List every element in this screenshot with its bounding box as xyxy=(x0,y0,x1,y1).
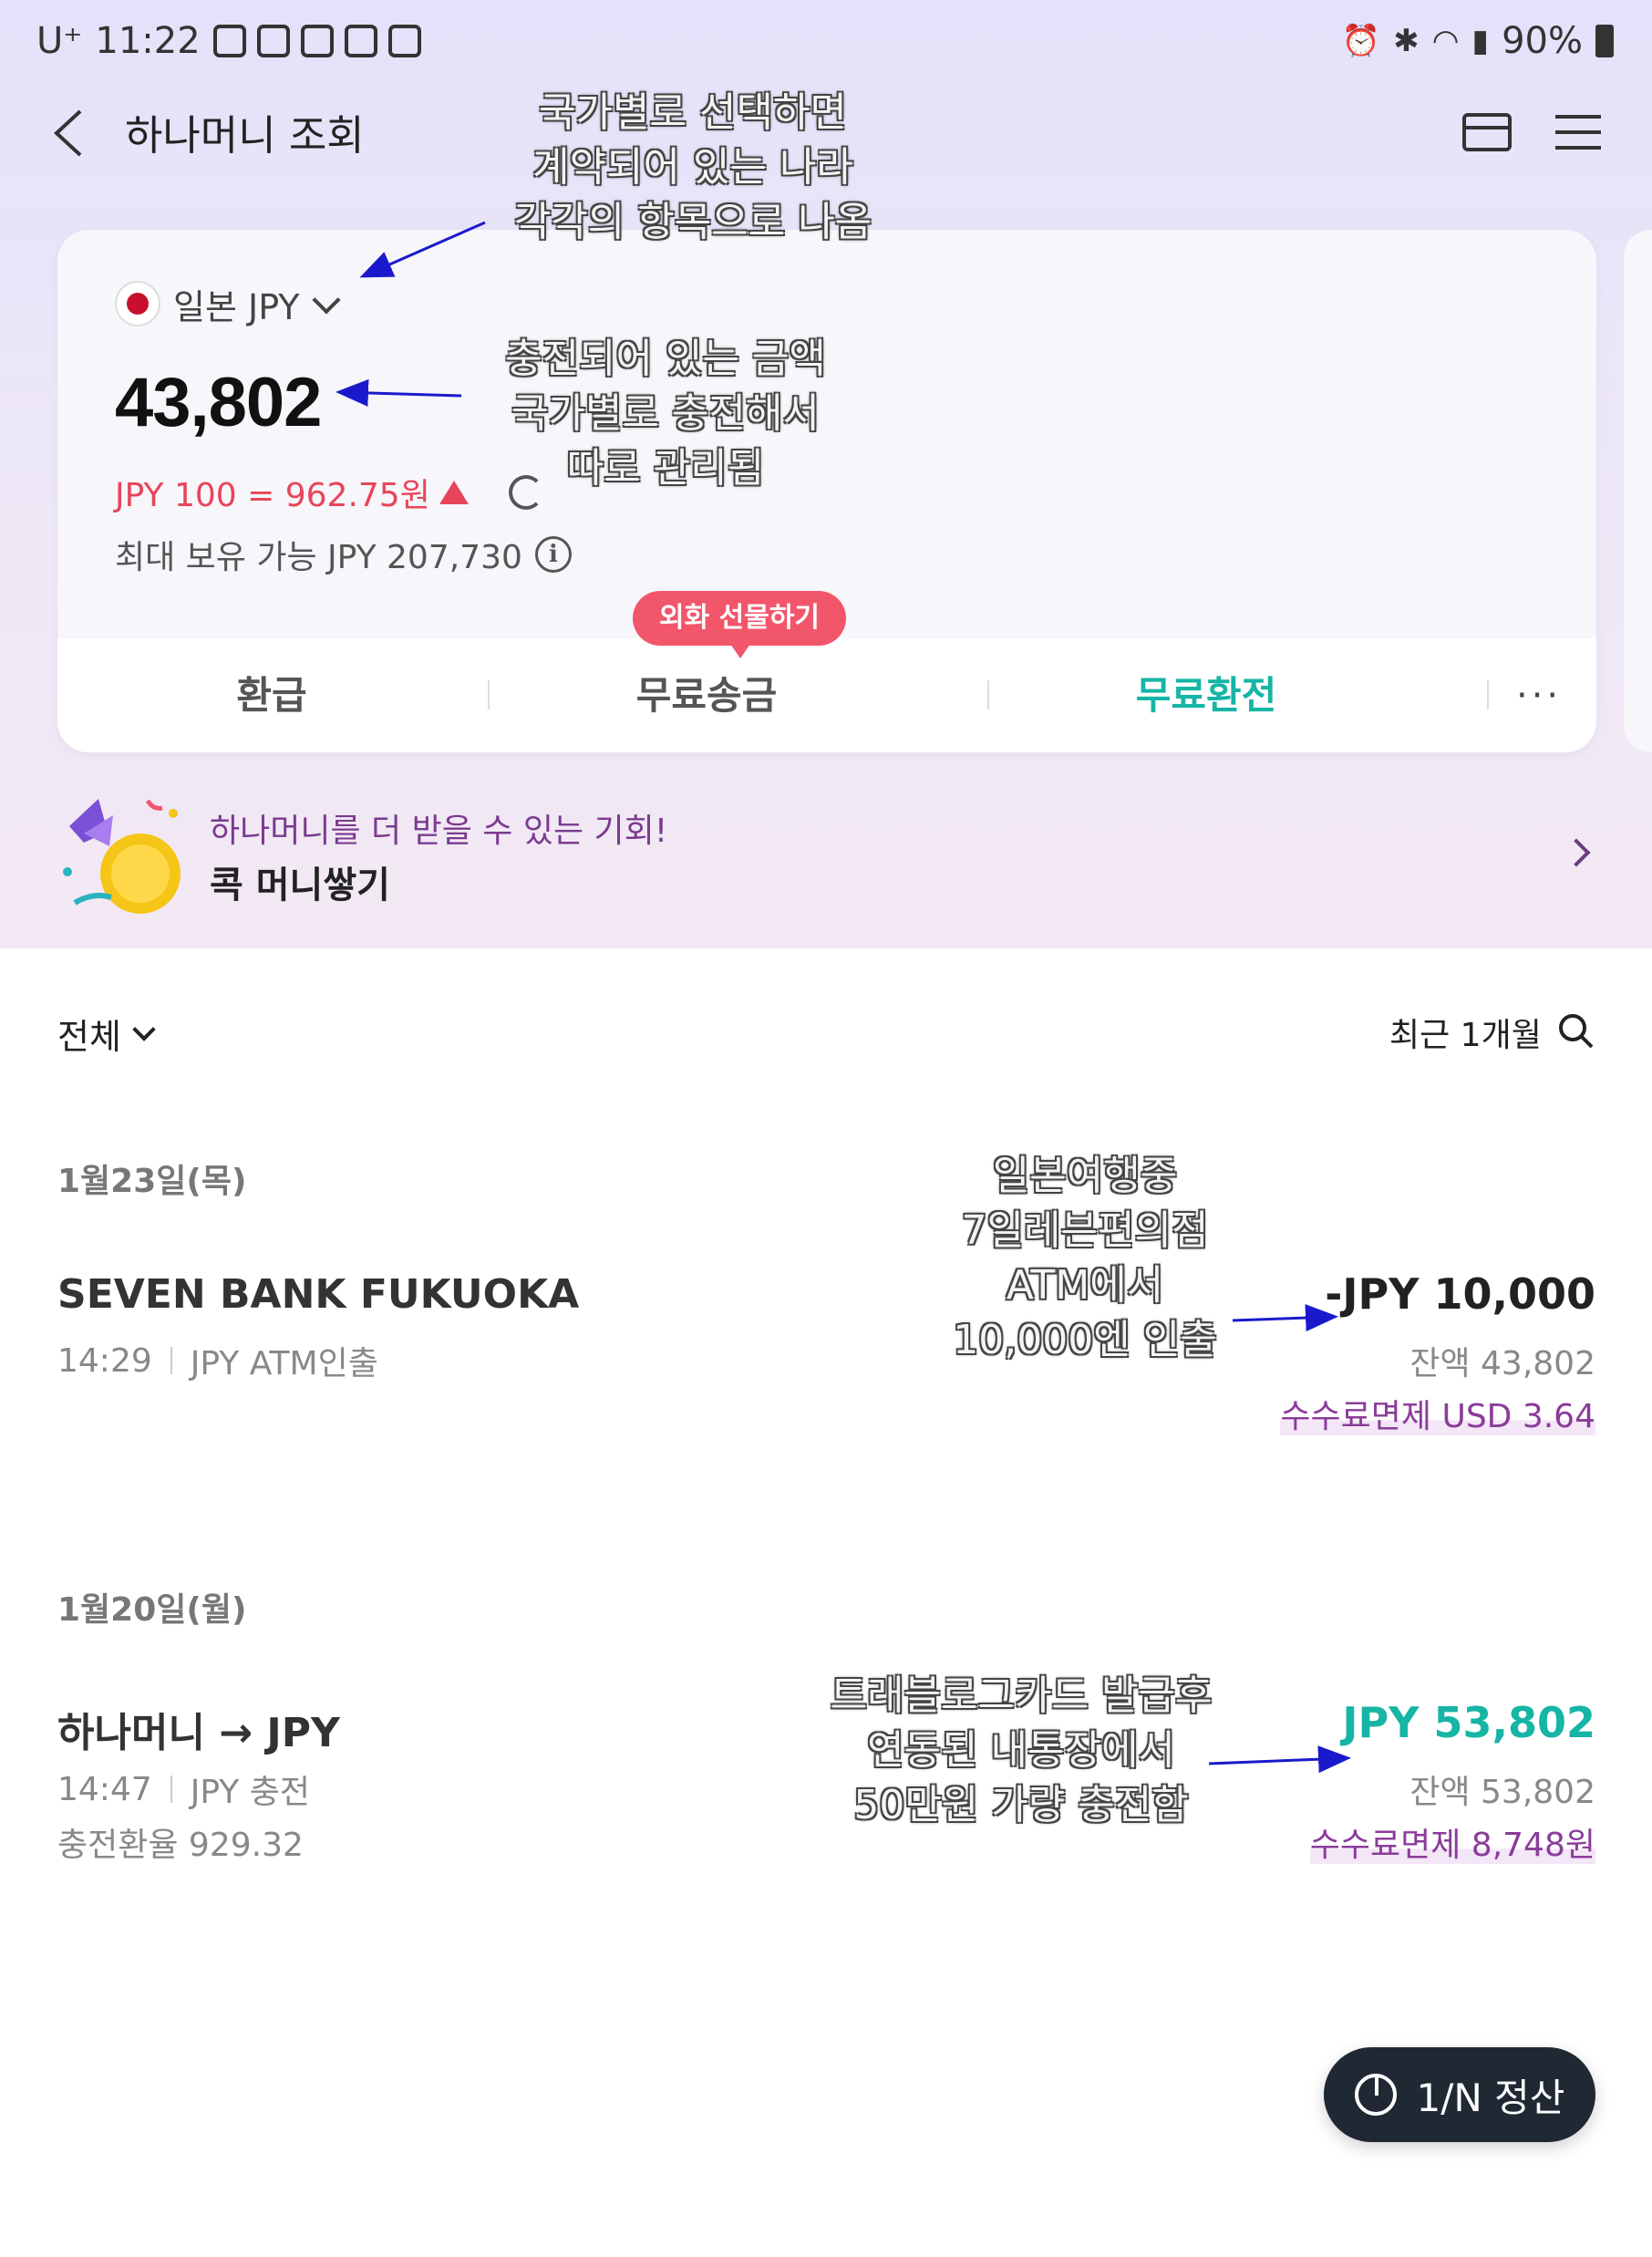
max-hold-text: 최대 보유 가능 JPY 207,730 xyxy=(115,539,522,576)
transaction-meta: 14:47 JPY 충전 xyxy=(57,1765,310,1813)
currency-label: 일본 JPY xyxy=(173,287,300,327)
balance-amount: 43,802 xyxy=(115,364,322,441)
carrier-label: U⁺ xyxy=(36,20,83,62)
filter-label: 전체 xyxy=(57,1017,121,1057)
coin-celebration-icon xyxy=(63,799,181,914)
transaction-time: 14:47 xyxy=(57,1770,152,1808)
home-app-icon xyxy=(344,25,377,57)
battery-percent: 90% xyxy=(1502,20,1583,62)
gallery-icon xyxy=(256,25,290,57)
fee-text: 수수료면제 USD 3.64 xyxy=(1280,1398,1595,1435)
transaction-fee: 수수료면제 USD 3.64 xyxy=(1280,1390,1595,1437)
max-hold: 최대 보유 가능 JPY 207,730 i xyxy=(115,531,572,578)
transaction-kind: JPY 충전 xyxy=(190,1774,310,1811)
transaction-balance: 잔액 53,802 xyxy=(1409,1774,1595,1811)
promo-subtitle[interactable]: 하나머니를 더 받을 수 있는 기회! xyxy=(210,804,667,852)
more-options-icon[interactable]: ··· xyxy=(1516,678,1562,714)
chevron-down-icon xyxy=(132,1017,156,1041)
annotation-atm: 일본여행중 7일레븐편의점 ATM에서 10,000엔 인출 xyxy=(953,1153,1217,1363)
status-bar: U⁺ 11:22 ⏰ ✱ ◠ ▮ 90% xyxy=(0,0,1652,91)
annotation-charge: 트래블로그카드 발급후 연동된 내통장에서 50만원 가량 충전함 xyxy=(830,1672,1213,1828)
annotation-balance: 충전되어 있는 금액 국가별로 충전해서 따로 관리됨 xyxy=(505,336,826,492)
info-icon[interactable]: i xyxy=(534,536,572,573)
next-card-peek[interactable] xyxy=(1624,230,1652,752)
promo-title[interactable]: 콕 머니쌓기 xyxy=(210,855,390,908)
divider xyxy=(170,1347,172,1374)
battery-icon xyxy=(1595,25,1614,57)
transaction-fee: 수수료면제 8,748원 xyxy=(1309,1818,1595,1866)
alarm-icon: ⏰ xyxy=(1341,23,1381,59)
split-bill-button[interactable]: 1/N 정산 xyxy=(1324,2047,1595,2142)
search-icon[interactable] xyxy=(1557,1012,1594,1049)
filter-dropdown[interactable]: 전체 xyxy=(57,1009,156,1059)
transaction-amount: -JPY 10,000 xyxy=(1325,1269,1595,1319)
period-filter[interactable]: 최근 1개월 xyxy=(1389,1009,1542,1056)
divider xyxy=(170,1776,172,1803)
japan-flag-icon xyxy=(115,281,160,326)
lock-app-icon xyxy=(212,25,246,57)
free-transfer-button[interactable]: 무료송금 xyxy=(490,638,924,752)
refund-button[interactable]: 환급 xyxy=(57,638,486,752)
status-left: U⁺ 11:22 xyxy=(36,20,421,62)
back-arrow-icon[interactable] xyxy=(49,108,86,159)
edit-app-icon xyxy=(387,25,421,57)
fee-text: 수수료면제 8,748원 xyxy=(1309,1827,1595,1864)
clock: 11:22 xyxy=(95,20,201,62)
transaction-title[interactable]: SEVEN BANK FUKUOKA xyxy=(57,1271,579,1318)
app-notification-icon xyxy=(300,25,334,57)
free-exchange-button[interactable]: 무료환전 xyxy=(989,638,1423,752)
notification-icons xyxy=(212,25,421,57)
transaction-meta: 14:29 JPY ATM인출 xyxy=(57,1337,378,1384)
exchange-rate-text: JPY 100 = 962.75원 xyxy=(115,477,430,514)
status-right: ⏰ ✱ ◠ ▮ 90% xyxy=(1342,20,1614,62)
split-pie-icon xyxy=(1354,2074,1397,2116)
signal-icon: ▮ xyxy=(1471,23,1490,59)
currency-selector[interactable]: 일본 JPY xyxy=(173,279,341,329)
divider xyxy=(1487,680,1489,709)
action-row: 환급 무료송금 무료환전 ··· xyxy=(57,638,1596,752)
hamburger-menu-icon[interactable] xyxy=(1555,115,1601,150)
bluetooth-icon: ✱ xyxy=(1393,23,1420,59)
gift-currency-badge[interactable]: 외화 선물하기 xyxy=(633,591,846,658)
card-icon[interactable] xyxy=(1462,113,1512,151)
wifi-icon: ◠ xyxy=(1431,23,1460,59)
annotation-country: 국가별로 선택하면 계약되어 있는 나라 각각의 항목으로 나옴 xyxy=(513,89,872,245)
date-header: 1월20일(월) xyxy=(57,1591,247,1629)
transaction-kind: JPY ATM인출 xyxy=(190,1345,378,1382)
charge-rate: 충전환율 929.32 xyxy=(57,1827,304,1864)
chevron-down-icon xyxy=(311,285,341,315)
page-title: 하나머니 조회 xyxy=(125,111,365,160)
transaction-balance: 잔액 43,802 xyxy=(1409,1345,1595,1382)
split-bill-label: 1/N 정산 xyxy=(1416,2075,1565,2120)
date-header: 1월23일(목) xyxy=(57,1163,247,1200)
transaction-title[interactable]: 하나머니 → JPY xyxy=(57,1700,340,1758)
transaction-time: 14:29 xyxy=(57,1341,152,1380)
transaction-amount: JPY 53,802 xyxy=(1342,1698,1595,1747)
